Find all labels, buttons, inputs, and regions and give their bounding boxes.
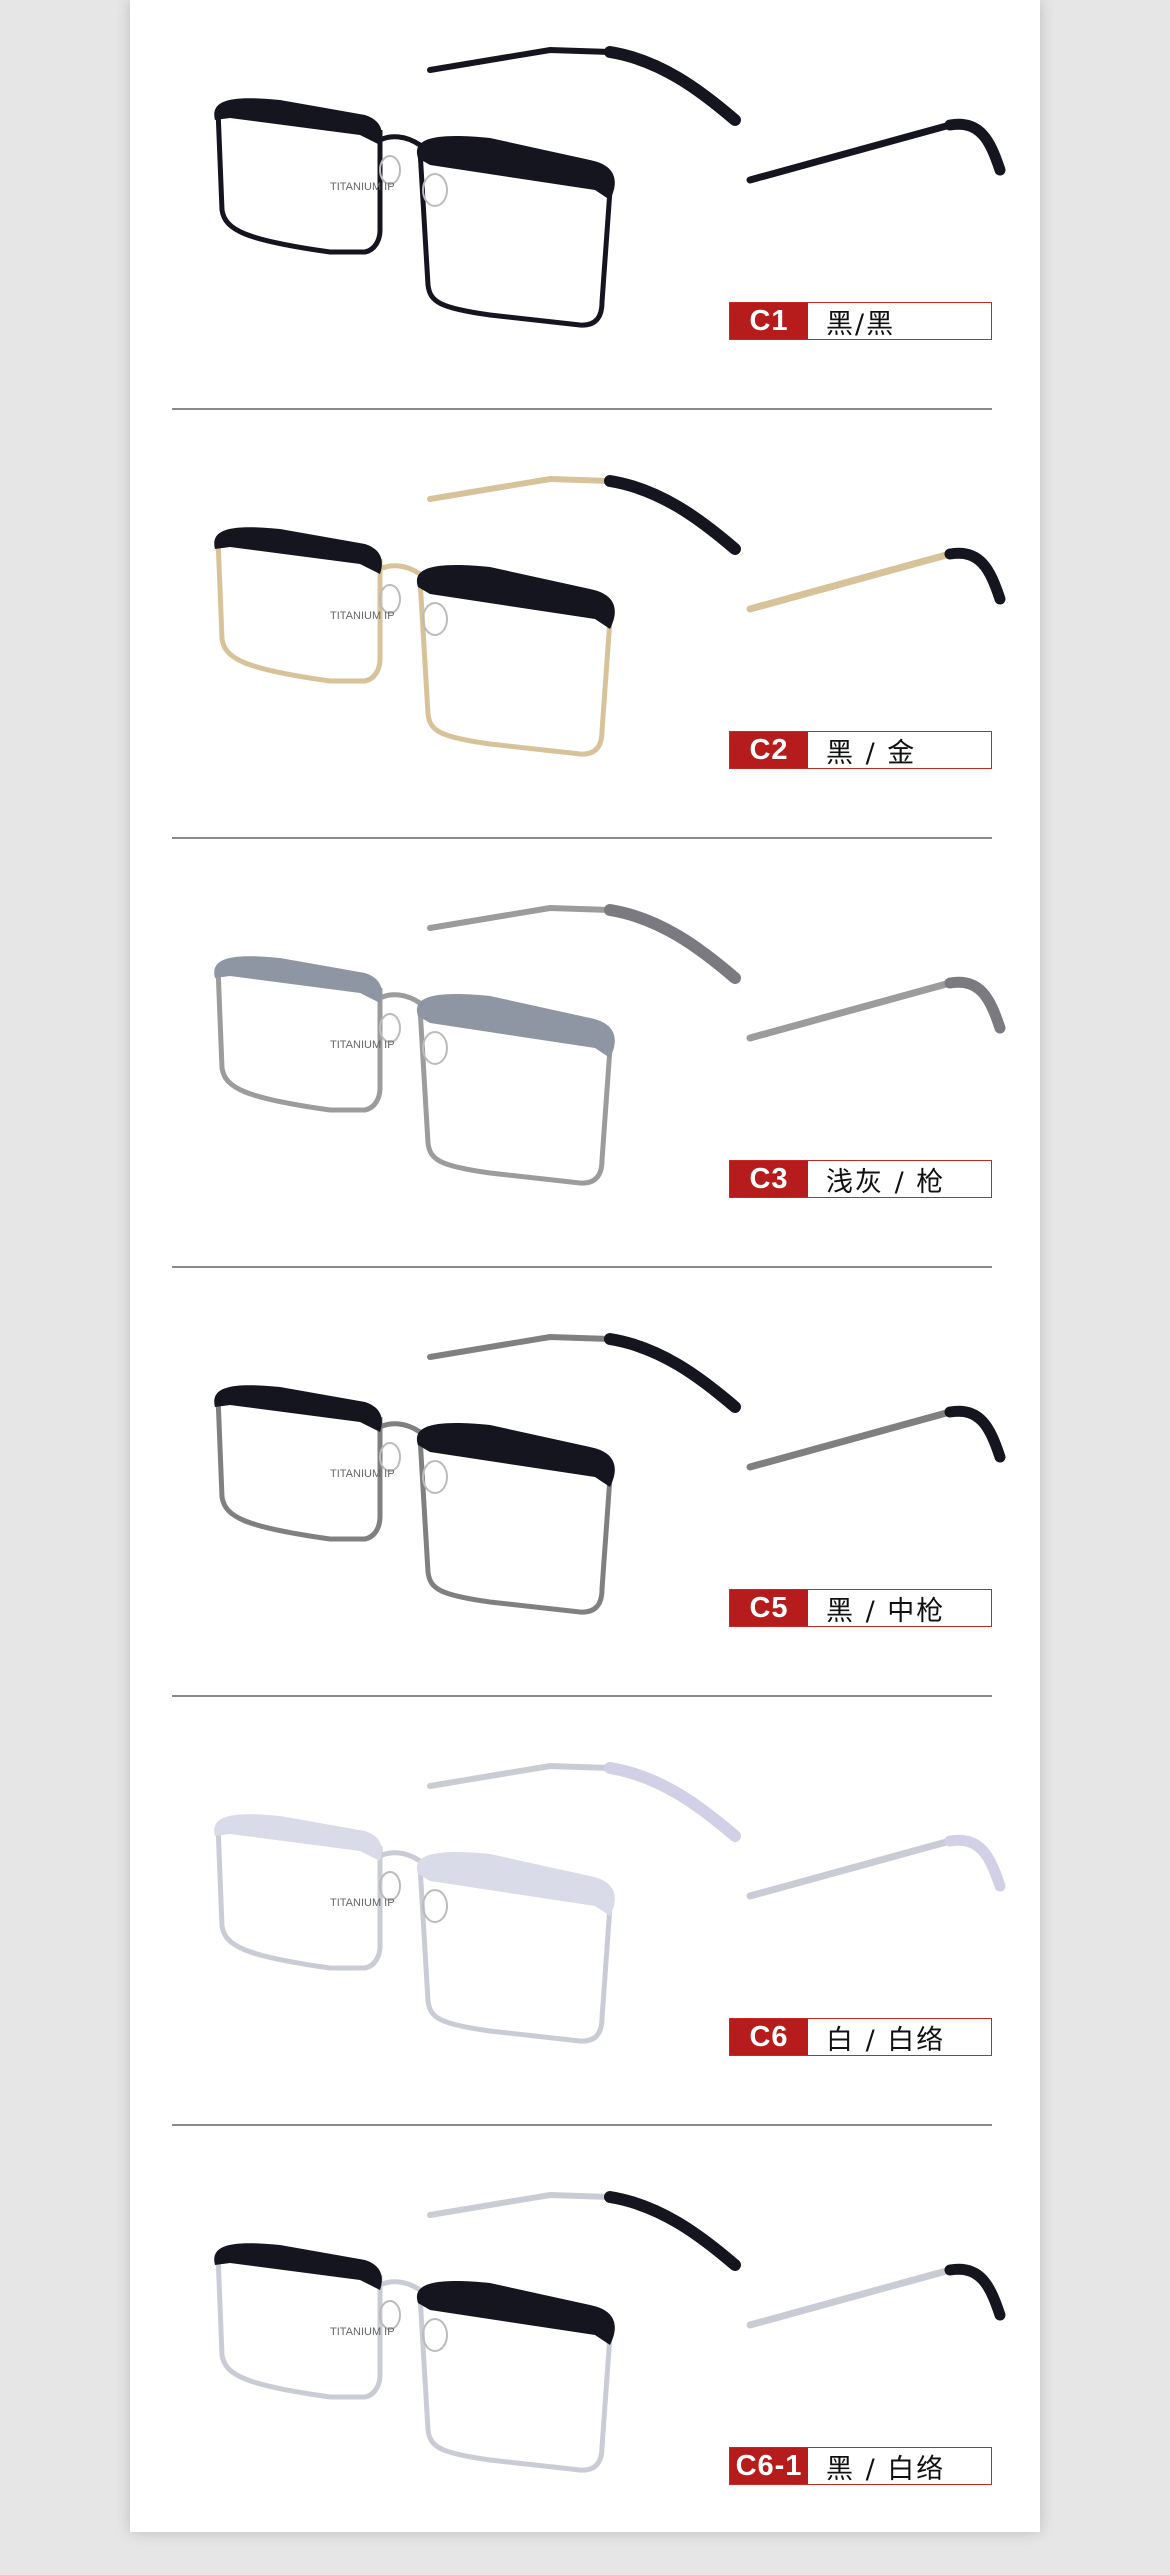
glasses-image: TITANIUM IP [190, 469, 1010, 763]
section-divider [172, 1266, 992, 1268]
section-divider [172, 837, 992, 839]
variant-label: C3 浅灰 / 枪 [729, 1160, 992, 1198]
frame-imprint-text: TITANIUM IP [330, 610, 395, 622]
product-color-variants-page: TITANIUM IP C1 黑/黑 TITANIUM IP C2 黑 / 金 [130, 0, 1040, 2532]
variant-color-name: 黑 / 金 [826, 737, 917, 769]
glasses-image: TITANIUM IP [190, 2185, 1010, 2479]
variant-color-name: 黑 / 中枪 [826, 1595, 946, 1627]
variant-code: C2 [730, 732, 808, 768]
variant-section-c6: TITANIUM IP C6 白 / 白络 [130, 1716, 1040, 2146]
frame-imprint-text: TITANIUM IP [330, 181, 395, 193]
variant-label: C6 白 / 白络 [729, 2018, 992, 2056]
variant-section-c1: TITANIUM IP C1 黑/黑 [130, 0, 1040, 430]
frame-imprint-text: TITANIUM IP [330, 2326, 395, 2338]
variant-code: C5 [730, 1590, 808, 1626]
glasses-image: TITANIUM IP [190, 1327, 1010, 1621]
variant-code: C6-1 [730, 2448, 808, 2484]
variant-color-name: 黑/黑 [826, 308, 896, 340]
glasses-image: TITANIUM IP [190, 898, 1010, 1192]
variant-color-name: 浅灰 / 枪 [826, 1166, 946, 1198]
frame-imprint-text: TITANIUM IP [330, 1468, 395, 1480]
frame-imprint-text: TITANIUM IP [330, 1039, 395, 1051]
section-divider [172, 1695, 992, 1697]
variant-color-name: 黑 / 白络 [826, 2453, 946, 2485]
variant-label: C5 黑 / 中枪 [729, 1589, 992, 1627]
section-divider [172, 408, 992, 410]
variant-label: C1 黑/黑 [729, 302, 992, 340]
glasses-image: TITANIUM IP [190, 40, 1010, 334]
variant-code: C1 [730, 303, 808, 339]
variant-section-c6-1: TITANIUM IP C6-1 黑 / 白络 [130, 2145, 1040, 2575]
variant-section-c3: TITANIUM IP C3 浅灰 / 枪 [130, 858, 1040, 1288]
variant-section-c2: TITANIUM IP C2 黑 / 金 [130, 429, 1040, 859]
variant-label: C6-1 黑 / 白络 [729, 2447, 992, 2485]
variant-section-c5: TITANIUM IP C5 黑 / 中枪 [130, 1287, 1040, 1717]
variant-code: C6 [730, 2019, 808, 2055]
frame-imprint-text: TITANIUM IP [330, 1897, 395, 1909]
variant-label: C2 黑 / 金 [729, 731, 992, 769]
variant-color-name: 白 / 白络 [826, 2024, 946, 2056]
variant-code: C3 [730, 1161, 808, 1197]
section-divider [172, 2124, 992, 2126]
glasses-image: TITANIUM IP [190, 1756, 1010, 2050]
